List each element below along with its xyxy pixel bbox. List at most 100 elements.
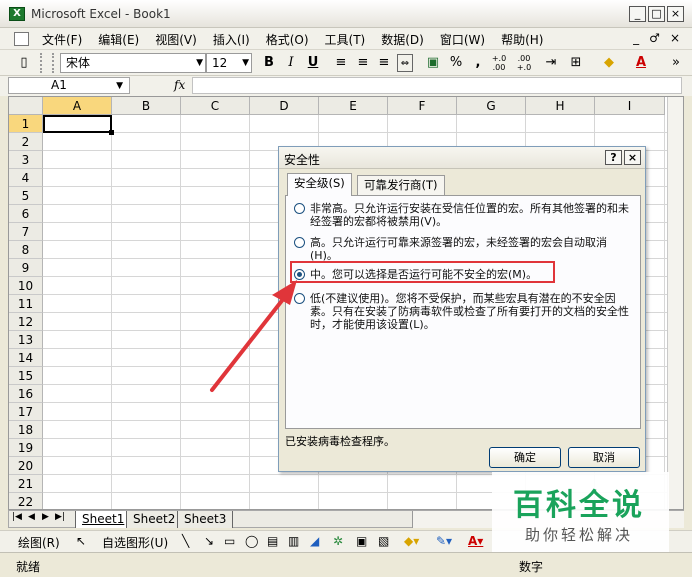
doc-minimize-button[interactable]: _ (633, 31, 639, 45)
option-low[interactable]: 低(不建议使用)。您将不受保护，而某些宏具有潜在的不安全因素。只有在安装了防病毒… (294, 292, 630, 331)
tab-trusted-publishers[interactable]: 可靠发行商(T) (357, 175, 445, 195)
row-header[interactable]: 8 (9, 241, 43, 259)
row-header[interactable]: 12 (9, 313, 43, 331)
row-header[interactable]: 7 (9, 223, 43, 241)
fill-color-icon[interactable]: ◆▾ (404, 534, 419, 548)
percent-button[interactable]: % (448, 54, 464, 72)
document-icon[interactable] (14, 32, 29, 46)
menu-view[interactable]: 视图(V) (155, 31, 197, 48)
picture-icon[interactable]: ▧ (378, 534, 389, 548)
row-header[interactable]: 22 (9, 493, 43, 509)
column-header[interactable]: I (595, 97, 665, 115)
menu-file[interactable]: 文件(F) (42, 31, 82, 48)
vertical-scrollbar[interactable] (667, 97, 683, 509)
vertical-textbox-icon[interactable]: ▥ (288, 534, 299, 548)
diagram-icon[interactable]: ✲ (333, 534, 343, 548)
row-header[interactable]: 10 (9, 277, 43, 295)
menu-help[interactable]: 帮助(H) (501, 31, 543, 48)
column-header[interactable]: F (388, 97, 457, 115)
row-header[interactable]: 9 (9, 259, 43, 277)
row-header[interactable]: 4 (9, 169, 43, 187)
italic-button[interactable]: I (283, 54, 299, 72)
doc-close-button[interactable]: × (670, 31, 680, 45)
row-header[interactable]: 14 (9, 349, 43, 367)
sheet-tab-1[interactable]: Sheet1 (75, 511, 132, 528)
align-left-icon[interactable]: ≡ (333, 54, 349, 72)
toolbar-options-icon[interactable]: » (668, 54, 684, 72)
active-cell[interactable] (43, 115, 114, 135)
row-header[interactable]: 1 (9, 115, 43, 133)
row-header[interactable]: 13 (9, 331, 43, 349)
minimize-button[interactable]: _ (629, 6, 646, 22)
close-button[interactable]: × (667, 6, 684, 22)
oval-icon[interactable]: ◯ (245, 534, 258, 548)
radio-low[interactable] (294, 293, 305, 304)
prev-sheet-icon[interactable]: ◀ (28, 512, 35, 522)
doc-restore-button[interactable]: ♂ (649, 31, 660, 45)
indent-icon[interactable]: ⇥ (543, 54, 559, 72)
autoshapes-menu-button[interactable]: 自选图形(U) (102, 534, 168, 551)
row-header[interactable]: 21 (9, 475, 43, 493)
sheet-tab-2[interactable]: Sheet2 (126, 511, 183, 528)
font-color-icon[interactable]: A (633, 54, 649, 72)
textbox-icon[interactable]: ▤ (267, 534, 278, 548)
select-all-corner[interactable] (9, 97, 43, 115)
wordart-icon[interactable]: ◢ (310, 534, 319, 548)
fill-color-icon[interactable]: ◆ (601, 54, 617, 72)
ok-button[interactable]: 确定 (489, 447, 561, 468)
menu-window[interactable]: 窗口(W) (440, 31, 485, 48)
row-header[interactable]: 2 (9, 133, 43, 151)
column-header[interactable]: G (457, 97, 526, 115)
option-high[interactable]: 高。只允许运行可靠来源签署的宏，未经签署的宏会自动取消(H)。 (294, 236, 630, 262)
line-icon[interactable]: ╲ (182, 534, 189, 548)
row-header[interactable]: 17 (9, 403, 43, 421)
first-sheet-icon[interactable]: |◀ (12, 512, 22, 522)
function-icon[interactable]: fx (174, 78, 185, 92)
maximize-button[interactable]: □ (648, 6, 665, 22)
underline-button[interactable]: U (305, 54, 321, 72)
row-header[interactable]: 5 (9, 187, 43, 205)
row-header[interactable]: 16 (9, 385, 43, 403)
menu-insert[interactable]: 插入(I) (213, 31, 250, 48)
last-sheet-icon[interactable]: ▶| (55, 512, 65, 522)
draw-menu-button[interactable]: 绘图(R) (18, 534, 60, 551)
select-objects-icon[interactable]: ↖ (76, 534, 86, 548)
font-name-select[interactable]: 宋体 ▼ (60, 53, 206, 73)
row-header[interactable]: 3 (9, 151, 43, 169)
borders-icon[interactable]: ⊞ (568, 54, 584, 72)
column-header[interactable]: B (112, 97, 181, 115)
rectangle-icon[interactable]: ▭ (224, 534, 235, 548)
menu-format[interactable]: 格式(O) (266, 31, 309, 48)
new-document-icon[interactable]: ▯ (16, 54, 32, 72)
increase-decimal-button[interactable]: +.0 .00 (488, 54, 510, 72)
dialog-close-button[interactable]: × (624, 150, 641, 165)
align-center-icon[interactable]: ≡ (355, 54, 371, 72)
column-header[interactable]: C (181, 97, 250, 115)
align-right-icon[interactable]: ≡ (376, 54, 392, 72)
row-header[interactable]: 6 (9, 205, 43, 223)
sheet-tab-3[interactable]: Sheet3 (177, 511, 234, 528)
toolbar-grip[interactable] (52, 53, 55, 73)
column-header[interactable]: D (250, 97, 319, 115)
arrow-icon[interactable]: ↘ (204, 534, 214, 548)
line-color-icon[interactable]: ✎▾ (436, 534, 452, 548)
radio-high[interactable] (294, 237, 305, 248)
formula-input[interactable] (192, 77, 682, 94)
help-button[interactable]: ? (605, 150, 622, 165)
decrease-decimal-button[interactable]: .00 +.0 (513, 54, 535, 72)
fill-handle[interactable] (109, 130, 114, 135)
menu-edit[interactable]: 编辑(E) (98, 31, 139, 48)
font-color-icon[interactable]: A▾ (468, 534, 483, 548)
column-header[interactable]: A (43, 97, 112, 115)
tab-security-level[interactable]: 安全级(S) (287, 173, 352, 196)
row-header[interactable]: 15 (9, 367, 43, 385)
row-header[interactable]: 18 (9, 421, 43, 439)
column-header[interactable]: E (319, 97, 388, 115)
cancel-button[interactable]: 取消 (568, 447, 640, 468)
column-header[interactable]: H (526, 97, 595, 115)
option-very-high[interactable]: 非常高。只允许运行安装在受信任位置的宏。所有其他签署的和未经签署的宏都将被禁用(… (294, 202, 630, 228)
currency-icon[interactable]: ▣ (425, 54, 441, 72)
row-header[interactable]: 19 (9, 439, 43, 457)
bold-button[interactable]: B (261, 54, 277, 72)
merge-center-icon[interactable]: ⇔ (397, 54, 413, 72)
